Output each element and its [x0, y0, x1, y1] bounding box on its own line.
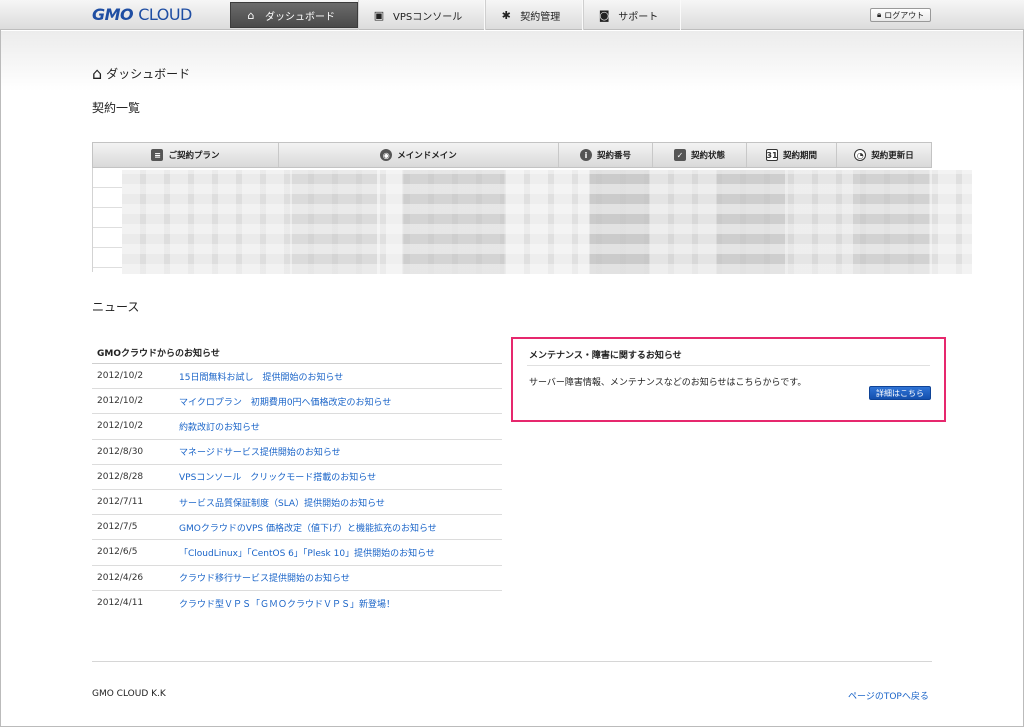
- maintenance-heading: メンテナンス・障害に関するお知らせ: [529, 351, 682, 361]
- nav-dashboard[interactable]: ⌂ ダッシュボード: [230, 2, 358, 28]
- list-item: 2012/10/2 マイクロプラン 初期費用0円へ価格改定のお知らせ: [92, 389, 502, 415]
- logo-cloud-text: CLOUD: [138, 5, 192, 24]
- globe-icon: ◉: [380, 149, 393, 161]
- news-date: 2012/6/5: [97, 547, 138, 558]
- contracts-heading: 契約一覧: [92, 101, 141, 115]
- col-contract-number: i 契約番号: [559, 143, 653, 167]
- table-row[interactable]: [93, 248, 123, 268]
- lock-icon: 🔒︎: [877, 10, 882, 19]
- news-link[interactable]: 「CloudLinux」「CentOS 6」「Plesk 10」提供開始のお知ら…: [179, 546, 435, 559]
- table-row[interactable]: [93, 168, 123, 188]
- list-item: 2012/10/2 15日間無料お試し 提供開始のお知らせ: [92, 364, 502, 390]
- nav-dashboard-label: ダッシュボード: [265, 11, 335, 23]
- col-plan: ≡ ご契約プラン: [93, 143, 279, 167]
- news-link[interactable]: 約款改訂のお知らせ: [179, 420, 260, 433]
- news-heading: ニュース: [92, 300, 140, 314]
- page-title-text: ダッシュボード: [106, 67, 191, 81]
- gmo-news-list: GMOクラウドからのお知らせ 2012/10/2 15日間無料お試し 提供開始の…: [92, 340, 502, 616]
- col-period-label: 契約期間: [782, 151, 817, 161]
- list-item: 2012/6/5 「CloudLinux」「CentOS 6」「Plesk 10…: [92, 540, 502, 566]
- news-link[interactable]: クラウド移行サービス提供開始のお知らせ: [179, 571, 350, 584]
- header-gradient: [1, 31, 1023, 91]
- news-link[interactable]: マイクロプラン 初期費用0円へ価格改定のお知らせ: [179, 395, 391, 408]
- checkbox-icon: ✓: [673, 149, 686, 161]
- list-item: 2012/8/30 マネージドサービス提供開始のお知らせ: [92, 440, 502, 465]
- calendar-icon: 31: [765, 149, 778, 161]
- footer-divider: [92, 661, 932, 662]
- nav-support-label: サポート: [618, 11, 659, 23]
- col-status-label: 契約状態: [690, 151, 725, 161]
- news-date: 2012/4/26: [97, 572, 144, 583]
- footer-company: GMO CLOUD K.K: [92, 689, 166, 699]
- table-row[interactable]: [93, 188, 123, 208]
- col-domain: ◉ メインドメイン: [279, 143, 559, 167]
- col-domain-label: メインドメイン: [397, 151, 457, 161]
- col-renewal: ◔ 契約更新日: [837, 143, 931, 167]
- logo-gmo-text: GMO: [92, 5, 134, 24]
- maintenance-notice-box: メンテナンス・障害に関するお知らせ サーバー障害情報、メンテナンスなどのお知らせ…: [511, 337, 946, 422]
- news-date: 2012/7/11: [97, 497, 144, 508]
- main-nav: ⌂ ダッシュボード ▣ VPSコンソール ✱ 契約管理 ◙ サポート: [230, 0, 682, 30]
- col-renewal-label: 契約更新日: [871, 151, 914, 161]
- gear-icon: ✱: [501, 8, 511, 22]
- home-icon: ⌂: [92, 63, 103, 83]
- news-link[interactable]: クラウド型ＶＰＳ「ＧＭＯクラウドＶＰＳ」新登場！: [179, 597, 395, 610]
- list-item: 2012/8/28 VPSコンソール クリックモード搭載のお知らせ: [92, 465, 502, 490]
- logout-label: ログアウト: [884, 10, 925, 20]
- news-link[interactable]: サービス品質保証制度（SLA）提供開始のお知らせ: [179, 496, 385, 509]
- table-row[interactable]: [93, 208, 123, 228]
- nav-support[interactable]: ◙ サポート: [583, 0, 682, 30]
- news-date: 2012/7/5: [97, 522, 138, 533]
- home-icon: ⌂: [247, 8, 255, 22]
- pixelated-redacted-contract-data: [122, 170, 972, 274]
- news-link[interactable]: VPSコンソール クリックモード搭載のお知らせ: [179, 470, 376, 483]
- nav-vps-console-label: VPSコンソール: [393, 11, 463, 23]
- col-period: 31 契約期間: [747, 143, 837, 167]
- gmo-news-heading: GMOクラウドからのお知らせ: [92, 340, 502, 364]
- col-number-label: 契約番号: [596, 151, 631, 161]
- list-item: 2012/4/26 クラウド移行サービス提供開始のお知らせ: [92, 566, 502, 591]
- details-button[interactable]: 詳細はこちら: [869, 386, 931, 400]
- camera-icon: ◙: [598, 8, 610, 22]
- maintenance-text: サーバー障害情報、メンテナンスなどのお知らせはこちらからです。: [529, 378, 807, 388]
- news-date: 2012/10/2: [97, 371, 144, 382]
- news-date: 2012/10/2: [97, 396, 144, 407]
- news-link[interactable]: マネージドサービス提供開始のお知らせ: [179, 445, 341, 458]
- list-item: 2012/7/11 サービス品質保証制度（SLA）提供開始のお知らせ: [92, 490, 502, 516]
- news-date: 2012/8/28: [97, 471, 144, 482]
- news-link[interactable]: GMOクラウドのVPS 価格改定（値下げ）と機能拡充のお知らせ: [179, 521, 437, 534]
- back-to-top-link[interactable]: ページのTOPへ戻る: [848, 689, 929, 702]
- news-date: 2012/8/30: [97, 446, 144, 457]
- logout-button[interactable]: 🔒︎ ログアウト: [870, 8, 932, 22]
- gmo-cloud-logo[interactable]: GMO CLOUD: [92, 5, 192, 24]
- list-item: 2012/4/11 クラウド型ＶＰＳ「ＧＭＯクラウドＶＰＳ」新登場！: [92, 591, 502, 616]
- news-date: 2012/10/2: [97, 421, 144, 432]
- document-icon: ≡: [151, 149, 164, 161]
- top-navigation-bar: GMO CLOUD ⌂ ダッシュボード ▣ VPSコンソール ✱ 契約管理 ◙ …: [0, 0, 1024, 30]
- console-icon: ▣: [373, 8, 385, 22]
- contracts-table-header: ≡ ご契約プラン ◉ メインドメイン i 契約番号 ✓ 契約状態 31 契約期間…: [92, 142, 932, 168]
- page-title: ⌂ ダッシュボード: [92, 65, 190, 82]
- col-status: ✓ 契約状態: [653, 143, 747, 167]
- clock-icon: ◔: [854, 149, 867, 161]
- list-item: 2012/10/2 約款改訂のお知らせ: [92, 414, 502, 440]
- list-item: 2012/7/5 GMOクラウドのVPS 価格改定（値下げ）と機能拡充のお知らせ: [92, 515, 502, 541]
- divider: [527, 365, 930, 366]
- col-plan-label: ご契約プラン: [168, 151, 220, 161]
- contracts-table: ≡ ご契約プラン ◉ メインドメイン i 契約番号 ✓ 契約状態 31 契約期間…: [92, 142, 972, 274]
- news-link[interactable]: 15日間無料お試し 提供開始のお知らせ: [179, 370, 343, 383]
- news-date: 2012/4/11: [97, 598, 144, 609]
- nav-contract-label: 契約管理: [520, 11, 561, 23]
- info-icon: i: [579, 149, 592, 161]
- nav-contract-management[interactable]: ✱ 契約管理: [485, 0, 584, 30]
- nav-vps-console[interactable]: ▣ VPSコンソール: [358, 0, 486, 30]
- table-row[interactable]: [93, 228, 123, 248]
